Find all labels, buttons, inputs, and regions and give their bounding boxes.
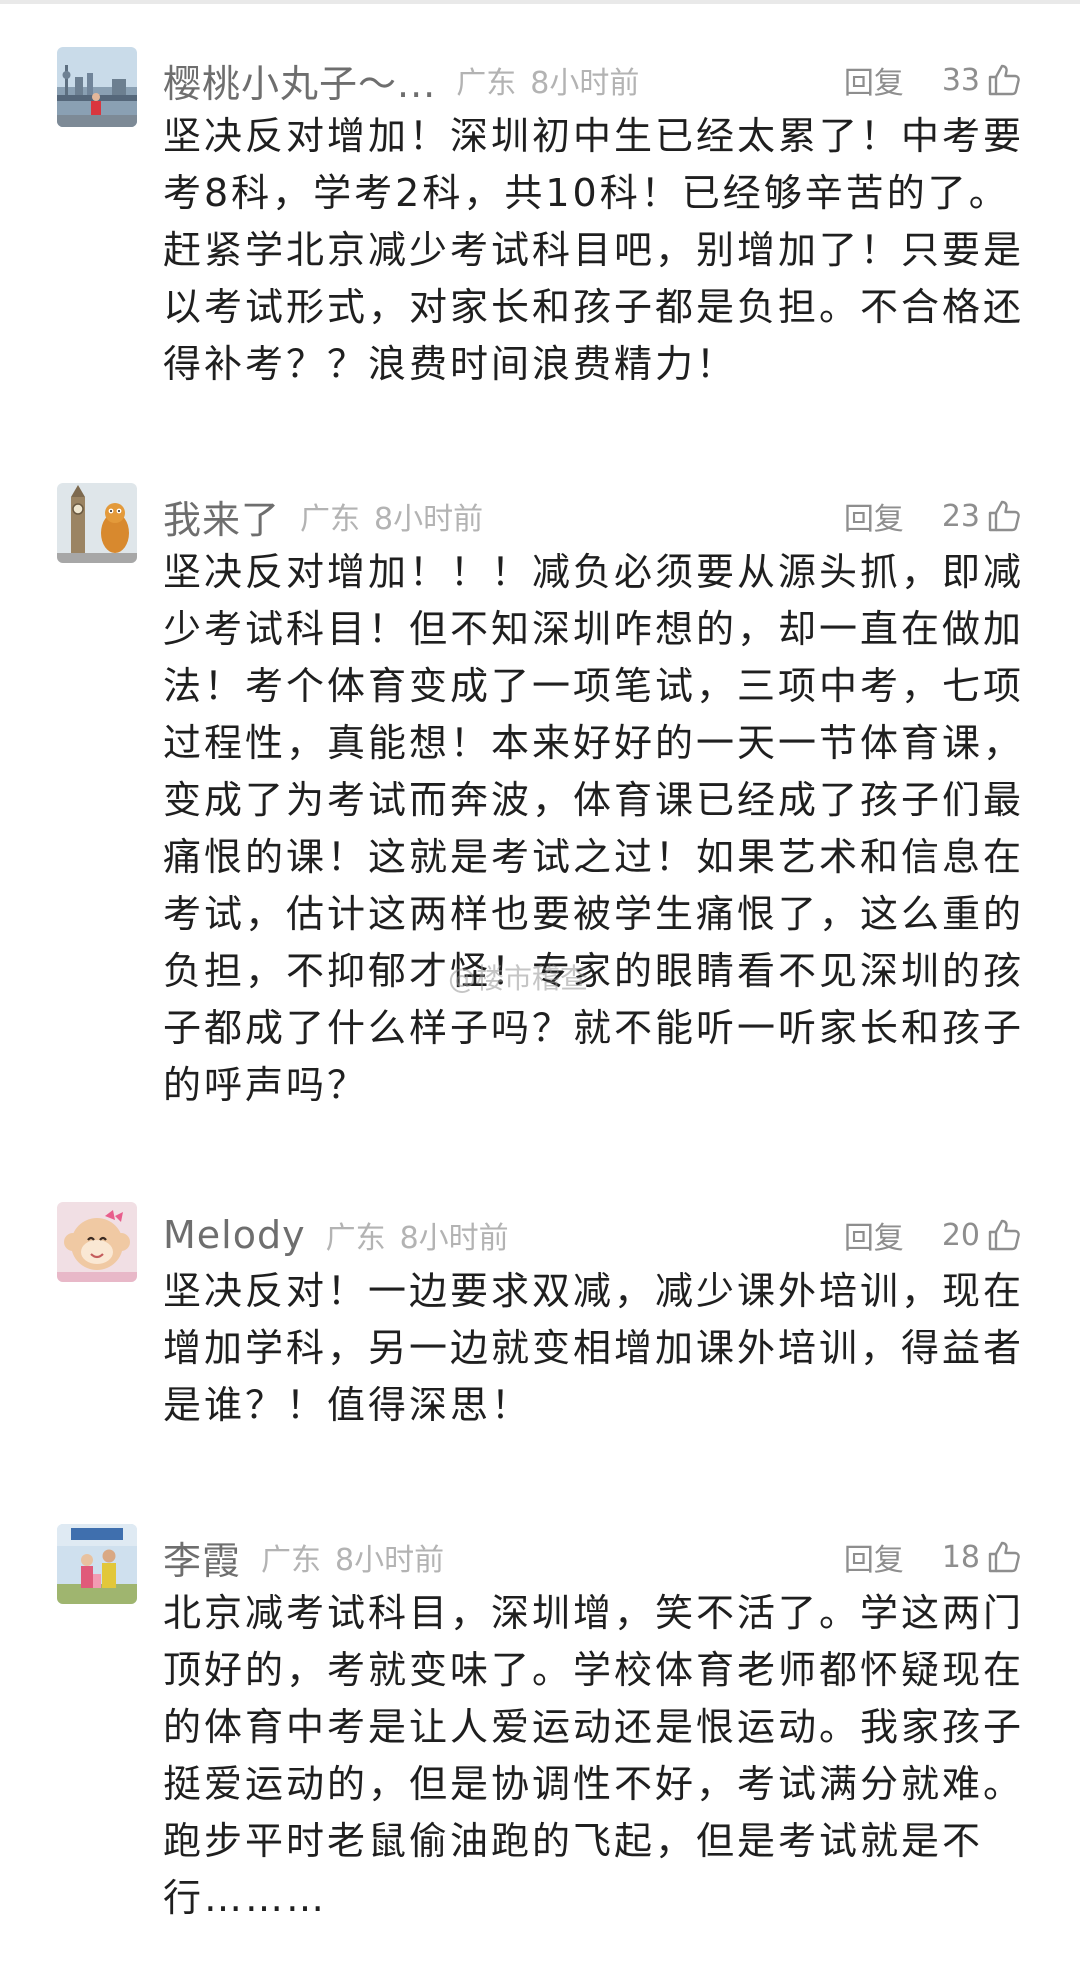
comment-header: Melody 广东 8小时前 bbox=[163, 1208, 509, 1262]
username[interactable]: 我来了 bbox=[163, 489, 280, 544]
comment-actions: 回复 23 bbox=[844, 489, 1022, 543]
top-divider bbox=[0, 0, 1080, 4]
username[interactable]: 樱桃小丸子～... bbox=[163, 53, 436, 108]
comment-header: 李霞 广东 8小时前 bbox=[163, 1530, 444, 1584]
like-count: 33 bbox=[941, 62, 980, 98]
comment-meta: 广东 8小时前 bbox=[456, 58, 639, 102]
avatar-city-photo bbox=[57, 47, 137, 127]
comment-actions: 回复 20 bbox=[844, 1208, 1022, 1262]
comment-text: 坚决反对！一边要求双减，减少课外培训，现在增加学科，另一边就变相增加课外培训，得… bbox=[163, 1269, 1025, 1427]
avatar-bigben-photo bbox=[57, 483, 137, 563]
like-count: 20 bbox=[941, 1217, 980, 1253]
comment-meta: 广东 8小时前 bbox=[326, 1213, 509, 1257]
region-label: 广东 bbox=[325, 1221, 386, 1256]
region-label: 广东 bbox=[300, 502, 361, 537]
thumbs-up-icon bbox=[988, 500, 1020, 532]
comment-header: 我来了 广东 8小时前 bbox=[163, 489, 483, 543]
like-button[interactable]: 33 bbox=[942, 62, 1022, 98]
timestamp: 8小时前 bbox=[374, 502, 484, 537]
username[interactable]: 李霞 bbox=[163, 1530, 241, 1585]
like-count: 23 bbox=[941, 498, 980, 534]
avatar-family-photo bbox=[57, 1524, 137, 1604]
comment-text: 北京减考试科目，深圳增，笑不活了。学这两门顶好的，考就变味了。学校体育老师都怀疑… bbox=[163, 1591, 1025, 1920]
timestamp: 8小时前 bbox=[399, 1221, 509, 1256]
username[interactable]: Melody bbox=[163, 1213, 306, 1257]
thumbs-up-icon bbox=[988, 1219, 1020, 1251]
comment-text: 坚决反对增加！深圳初中生已经太累了！中考要考8科，学考2科，共10科！已经够辛苦… bbox=[163, 114, 1025, 386]
timestamp: 8小时前 bbox=[530, 66, 640, 101]
comment-actions: 回复 33 bbox=[844, 53, 1022, 107]
comment-text: 坚决反对增加！！！减负必须要从源头抓，即减少考试科目！但不知深圳咋想的，却一直在… bbox=[163, 550, 1025, 1107]
avatar[interactable] bbox=[57, 1524, 137, 1604]
reply-button[interactable]: 回复 bbox=[844, 494, 904, 538]
like-button[interactable]: 18 bbox=[942, 1539, 1022, 1575]
region-label: 广东 bbox=[261, 1543, 322, 1578]
avatar[interactable] bbox=[57, 1202, 137, 1282]
reply-button[interactable]: 回复 bbox=[844, 1535, 904, 1579]
thumbs-up-icon bbox=[988, 1541, 1020, 1573]
comment-actions: 回复 18 bbox=[844, 1530, 1022, 1584]
reply-button[interactable]: 回复 bbox=[844, 58, 904, 102]
like-button[interactable]: 20 bbox=[942, 1217, 1022, 1253]
timestamp: 8小时前 bbox=[335, 1543, 445, 1578]
thumbs-up-icon bbox=[988, 64, 1020, 96]
avatar[interactable] bbox=[57, 47, 137, 127]
comment-header: 樱桃小丸子～... 广东 8小时前 bbox=[163, 53, 639, 107]
reply-button[interactable]: 回复 bbox=[844, 1213, 904, 1257]
comment-meta: 广东 8小时前 bbox=[300, 494, 483, 538]
comment-meta: 广东 8小时前 bbox=[261, 1535, 444, 1579]
avatar-monkey-photo bbox=[57, 1202, 137, 1282]
region-label: 广东 bbox=[456, 66, 517, 101]
like-count: 18 bbox=[941, 1539, 980, 1575]
avatar[interactable] bbox=[57, 483, 137, 563]
like-button[interactable]: 23 bbox=[942, 498, 1022, 534]
